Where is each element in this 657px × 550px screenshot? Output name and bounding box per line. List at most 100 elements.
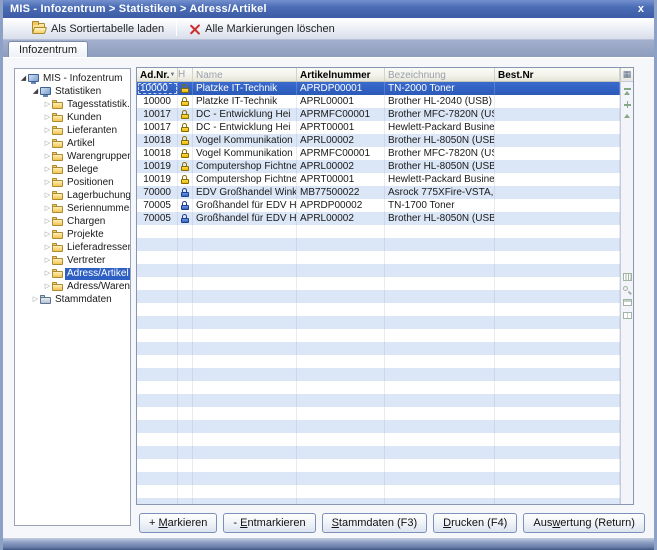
tree-item-label[interactable]: Kunden	[65, 112, 103, 124]
tree-item-label[interactable]: Adress/Artikel	[65, 268, 131, 280]
tree-collapsed-icon[interactable]: ▷	[43, 217, 52, 226]
table-row[interactable]: 70005Großhandel für EDV HAPRDP00002TN-17…	[137, 199, 620, 212]
tree-item-label[interactable]: Belege	[65, 164, 100, 176]
tree-item-belege[interactable]: ▷ Belege	[15, 163, 130, 176]
tree-collapsed-icon[interactable]: ▷	[43, 204, 52, 213]
table-empty-row[interactable]	[137, 264, 620, 277]
table-empty-row[interactable]	[137, 433, 620, 446]
entmarkieren-button[interactable]: - Entmarkieren	[223, 513, 315, 533]
table-empty-row[interactable]	[137, 459, 620, 472]
toolbar-item-als-sortiertabelle-laden[interactable]: Als Sortiertabelle laden	[24, 19, 172, 39]
insert-row-icon[interactable]	[623, 100, 632, 109]
tree-collapsed-icon[interactable]: ▷	[43, 165, 52, 174]
tree-item-label[interactable]: Seriennummern	[65, 203, 131, 215]
tree-item-chargen[interactable]: ▷Chargen	[15, 215, 130, 228]
tree-item-label[interactable]: Statistiken	[53, 86, 103, 98]
tree-collapsed-icon[interactable]: ▷	[43, 191, 52, 200]
tree-item-label[interactable]: Lieferadressen	[65, 242, 131, 254]
tree-collapsed-icon[interactable]: ▷	[43, 243, 52, 252]
table-row[interactable]: 70000EDV Großhandel WinklMB77500022Asroc…	[137, 186, 620, 199]
tree-item-label[interactable]: Lagerbuchungen	[65, 190, 131, 202]
column-header-bezeichnung[interactable]: Bezeichnung	[385, 68, 495, 81]
tree-item-stammdaten[interactable]: ▷ Stammdaten	[15, 293, 130, 306]
table-empty-row[interactable]	[137, 277, 620, 290]
tree-item-label[interactable]: Adress/Warengruppen	[65, 281, 131, 293]
column-header-bestnr[interactable]: Best.Nr	[495, 68, 620, 81]
table-empty-row[interactable]	[137, 329, 620, 342]
table-row[interactable]: 10019Computershop FichtneAPRL00002Brothe…	[137, 160, 620, 173]
tree-item-positionen[interactable]: ▷ Positionen	[15, 176, 130, 189]
tree-collapsed-icon[interactable]: ▷	[43, 126, 52, 135]
search-icon[interactable]	[623, 286, 632, 295]
tree-item-label[interactable]: Warengruppen	[65, 151, 131, 163]
tree-item-label[interactable]: Lieferanten	[65, 125, 119, 137]
tree-item-label[interactable]: Tagesstatistik.	[65, 99, 131, 111]
tree-item-adress-warengruppen[interactable]: ▷ Adress/Warengruppen	[15, 280, 130, 293]
table-empty-row[interactable]	[137, 394, 620, 407]
column-header-adnr[interactable]: Ad.Nr.▼	[137, 68, 178, 81]
tab-infozentrum[interactable]: Infozentrum	[8, 41, 88, 57]
table-empty-row[interactable]	[137, 446, 620, 459]
tree-item-seriennummern[interactable]: ▷ Seriennummern	[15, 202, 130, 215]
table-empty-row[interactable]	[137, 316, 620, 329]
tree-item-artikel[interactable]: ▷ Artikel	[15, 137, 130, 150]
tree-collapsed-icon[interactable]: ▷	[43, 256, 52, 265]
table-row[interactable]: 70005Großhandel für EDV HAPRL00002Brothe…	[137, 212, 620, 225]
tree-item-label[interactable]: Stammdaten	[53, 294, 114, 306]
column-header-artikelnummer[interactable]: Artikelnummer	[297, 68, 385, 81]
toolbar-item-alle-markierungen-loeschen[interactable]: Alle Markierungen löschen	[181, 19, 343, 39]
tree-item-label[interactable]: MIS - Infozentrum	[41, 73, 124, 85]
table-empty-row[interactable]	[137, 407, 620, 420]
tree-expanded-icon[interactable]: ◢	[31, 87, 40, 96]
tree-collapsed-icon[interactable]: ▷	[31, 295, 40, 304]
tree-collapsed-icon[interactable]: ▷	[43, 282, 52, 291]
table-row[interactable]: 10000Platzke IT-TechnikAPRL00001Brother …	[137, 95, 620, 108]
column-header-h[interactable]: H	[178, 68, 193, 81]
tree-collapsed-icon[interactable]: ▷	[43, 152, 52, 161]
table-empty-row[interactable]	[137, 342, 620, 355]
tree-collapsed-icon[interactable]: ▷	[43, 113, 52, 122]
table-empty-row[interactable]	[137, 303, 620, 316]
tree-item-label[interactable]: Artikel	[65, 138, 97, 150]
tree-item-kunden[interactable]: ▷ Kunden	[15, 111, 130, 124]
table-empty-row[interactable]	[137, 368, 620, 381]
tree-item-statistiken[interactable]: ◢ Statistiken	[15, 85, 130, 98]
table-view-icon[interactable]	[623, 299, 632, 306]
drucken-button[interactable]: Drucken (F4)	[433, 513, 517, 533]
table-empty-row[interactable]	[137, 290, 620, 303]
markieren-button[interactable]: + Markieren	[139, 513, 217, 533]
columns-icon[interactable]	[623, 273, 632, 281]
stammdaten-button[interactable]: Stammdaten (F3)	[322, 513, 428, 533]
table-corner-icon[interactable]: ▦	[621, 68, 633, 82]
tree-item-projekte[interactable]: ▷Projekte	[15, 228, 130, 241]
table-row[interactable]: 10000Platzke IT-TechnikAPRDP00001TN-2000…	[137, 82, 620, 95]
scroll-up-icon[interactable]	[623, 112, 632, 121]
tree-collapsed-icon[interactable]: ▷	[43, 269, 52, 278]
tree-item-warengruppen[interactable]: ▷ Warengruppen	[15, 150, 130, 163]
tree-item-lagerbuchungen[interactable]: ▷ Lagerbuchungen	[15, 189, 130, 202]
tree-expanded-icon[interactable]: ◢	[19, 74, 28, 83]
table-row[interactable]: 10017DC - Entwicklung HeiAPRMFC00001Brot…	[137, 108, 620, 121]
table-empty-row[interactable]	[137, 251, 620, 264]
table-row[interactable]: 10019Computershop FichtneAPRT00001Hewlet…	[137, 173, 620, 186]
tree-collapsed-icon[interactable]: ▷	[43, 178, 52, 187]
tree-item-lieferanten[interactable]: ▷ Lieferanten	[15, 124, 130, 137]
table-empty-row[interactable]	[137, 381, 620, 394]
table-empty-row[interactable]	[137, 420, 620, 433]
tree-item-label[interactable]: Vertreter	[65, 255, 107, 267]
tree-item-label[interactable]: Positionen	[65, 177, 116, 189]
tree-collapsed-icon[interactable]: ▷	[43, 139, 52, 148]
table-empty-row[interactable]	[137, 238, 620, 251]
tree-item-tagesstatistik[interactable]: ▷ Tagesstatistik.	[15, 98, 130, 111]
tree-collapsed-icon[interactable]: ▷	[43, 100, 52, 109]
tree-item-adress-artikel[interactable]: ▷ Adress/Artikel	[15, 267, 130, 280]
tree-item-label[interactable]: Projekte	[65, 229, 106, 241]
tree-item-lieferadressen[interactable]: ▷ Lieferadressen	[15, 241, 130, 254]
tree-item-mis-infozentrum[interactable]: ◢ MIS - Infozentrum	[15, 72, 130, 85]
export-icon[interactable]	[623, 312, 632, 319]
table-row[interactable]: 10018Vogel KommunikationAPRL00002Brother…	[137, 134, 620, 147]
table-row[interactable]: 10017DC - Entwicklung HeiAPRT00001Hewlet…	[137, 121, 620, 134]
tree-item-vertreter[interactable]: ▷ Vertreter	[15, 254, 130, 267]
table-row[interactable]: 10018Vogel KommunikationAPRMFC00001Broth…	[137, 147, 620, 160]
column-header-name[interactable]: Name	[193, 68, 297, 81]
